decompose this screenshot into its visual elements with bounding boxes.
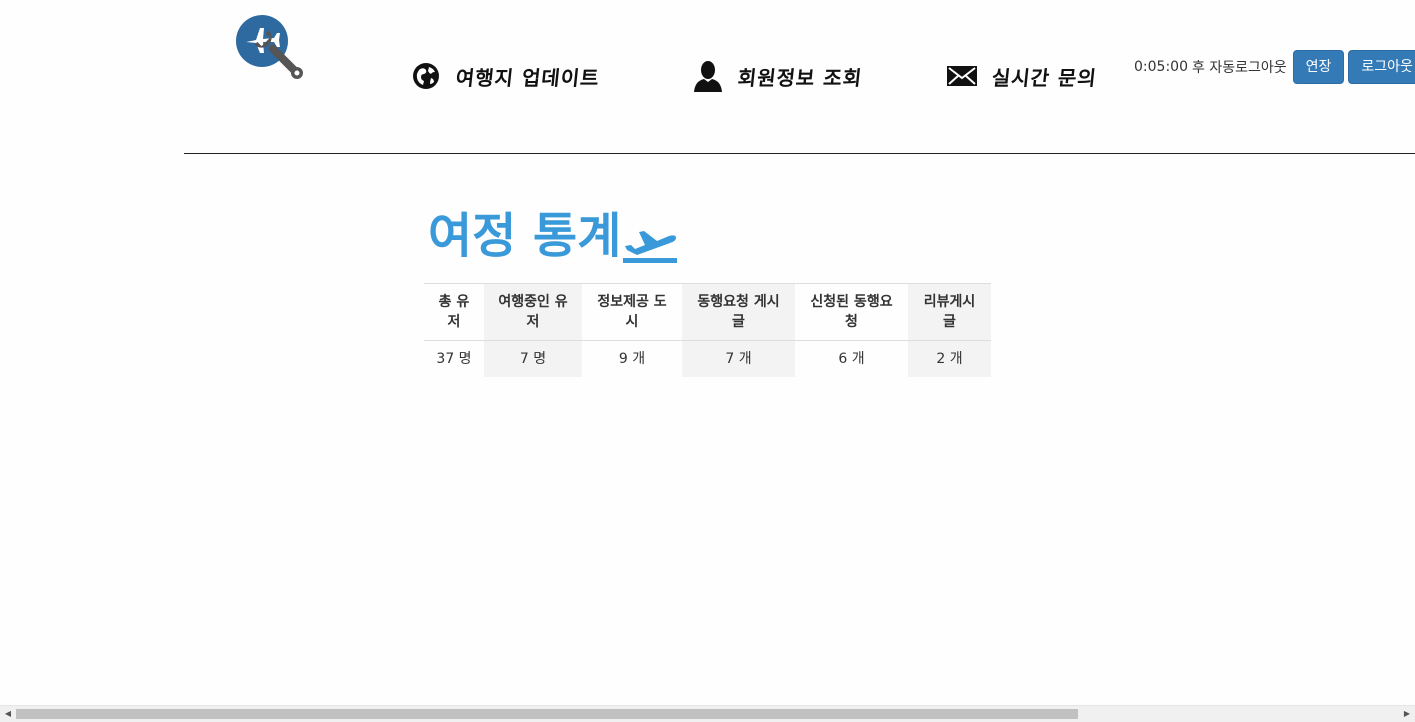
header-info-cities: 정보제공 도시 bbox=[597, 294, 667, 330]
nav-label: 여행지 업데이트 bbox=[454, 65, 601, 90]
value-total-users: 37 명 bbox=[436, 351, 472, 367]
value-companion-posts: 7 개 bbox=[682, 340, 795, 377]
scroll-right-icon[interactable]: ▶ bbox=[1399, 706, 1415, 722]
header-review-posts: 리뷰게시글 bbox=[908, 283, 991, 341]
table-header-row: 총 유저 여행중인 유저 정보제공 도시 동행요청 게시글 신청된 동행요청 리… bbox=[424, 283, 991, 341]
session-timer-label: 후 자동로그아웃 bbox=[1191, 60, 1287, 76]
value-traveling-users: 7 명 bbox=[484, 340, 582, 377]
nav-label: 회원정보 조회 bbox=[736, 65, 864, 90]
user-icon bbox=[692, 60, 724, 92]
logout-button[interactable]: 로그아웃 bbox=[1348, 50, 1415, 84]
header-divider bbox=[184, 153, 1415, 154]
horizontal-scrollbar[interactable]: ◀ ▶ bbox=[0, 705, 1415, 722]
nav-live-inquiry[interactable]: 실시간 문의 bbox=[946, 58, 1099, 94]
extend-button[interactable]: 연장 bbox=[1292, 50, 1345, 84]
header-total-users: 총 유저 bbox=[438, 294, 470, 330]
plane-wrench-logo[interactable] bbox=[234, 12, 314, 88]
header-traveling-users: 여행중인 유저 bbox=[484, 283, 582, 341]
nav-member-lookup[interactable]: 회원정보 조회 bbox=[692, 58, 864, 94]
session-timer: 0:05:00 bbox=[1134, 59, 1188, 75]
envelope-icon bbox=[946, 60, 978, 92]
scrollbar-thumb[interactable] bbox=[16, 709, 1078, 719]
nav-label: 실시간 문의 bbox=[990, 65, 1099, 90]
value-companion-requests: 6 개 bbox=[838, 351, 865, 367]
plane-takeoff-icon bbox=[621, 216, 679, 264]
nav-destination-update[interactable]: 여행지 업데이트 bbox=[410, 58, 601, 94]
session-controls: 0:05:00 후 자동로그아웃 연장 로그아웃 bbox=[1134, 50, 1415, 84]
page-title: 여정 통계 bbox=[428, 208, 622, 264]
page: 여행지 업데이트 회원정보 조회 실시간 문의 0:05:00 후 자동로그아웃… bbox=[0, 0, 1415, 722]
page-title-block: 여정 통계 bbox=[428, 206, 679, 266]
header-companion-posts: 동행요청 게시글 bbox=[682, 283, 795, 341]
value-info-cities: 9 개 bbox=[618, 351, 646, 367]
globe-icon bbox=[410, 60, 442, 92]
journey-stats-table: 총 유저 여행중인 유저 정보제공 도시 동행요청 게시글 신청된 동행요청 리… bbox=[424, 283, 991, 377]
value-review-posts: 2 개 bbox=[908, 340, 991, 377]
scroll-left-icon[interactable]: ◀ bbox=[0, 706, 16, 722]
table-row: 37 명 7 명 9 개 7 개 6 개 2 개 bbox=[424, 340, 991, 377]
header-companion-requests: 신청된 동행요청 bbox=[810, 294, 893, 330]
